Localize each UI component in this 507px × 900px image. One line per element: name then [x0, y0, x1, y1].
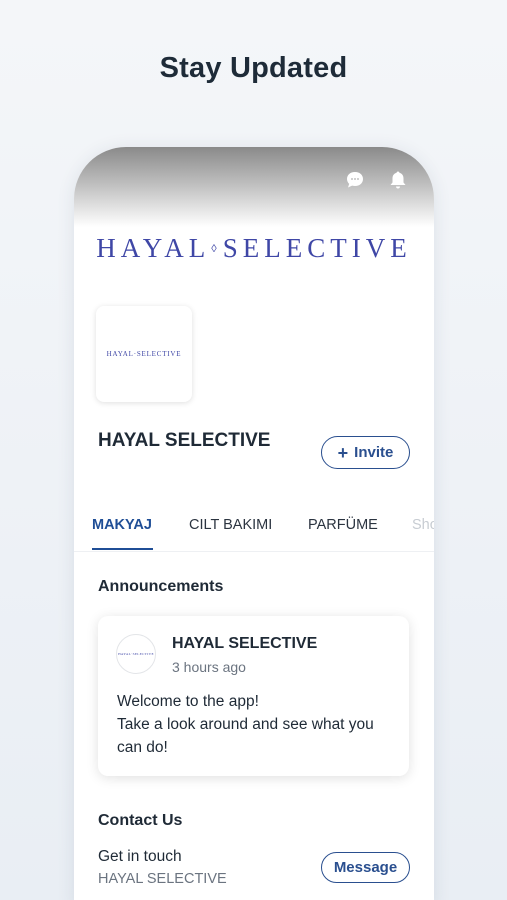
- tab-makyaj[interactable]: MAKYAJ: [92, 517, 152, 533]
- announcement-author: HAYAL SELECTIVE: [172, 635, 318, 652]
- announcement-body-line2: Take a look around and see what you can …: [117, 716, 374, 756]
- announcement-body: Welcome to the app! Take a look around a…: [117, 690, 397, 759]
- tab-active-indicator: [92, 548, 153, 550]
- category-tabs: MAKYAJ CILT BAKIMI PARFÜME Sho: [74, 507, 434, 552]
- cover-logo-right: SELECTIVE: [222, 233, 412, 263]
- site-name: HAYAL SELECTIVE: [98, 430, 271, 451]
- contact-line2: HAYAL SELECTIVE: [98, 871, 227, 887]
- announcement-body-line1: Welcome to the app!: [117, 693, 259, 710]
- cover-logo-left: HAYAL: [96, 233, 211, 263]
- site-avatar: HAYAL·SELECTIVE: [96, 306, 192, 402]
- invite-button[interactable]: + Invite: [321, 436, 410, 469]
- plus-icon: +: [337, 442, 349, 463]
- tab-parfume[interactable]: PARFÜME: [308, 517, 378, 533]
- message-button[interactable]: Message: [321, 852, 410, 883]
- invite-button-label: Invite: [354, 444, 394, 461]
- cover-logo-separator: ◊: [211, 242, 222, 255]
- tab-shop-partial[interactable]: Sho: [412, 517, 434, 533]
- announcement-avatar-text: HAYAL·SELECTIVE: [118, 652, 154, 656]
- site-avatar-text: HAYAL·SELECTIVE: [106, 350, 182, 358]
- announcement-avatar: HAYAL·SELECTIVE: [116, 634, 156, 674]
- phone-frame: HAYAL◊SELECTIVE HAYAL·SELECTIVE HAYAL SE…: [74, 147, 434, 900]
- announcement-card[interactable]: HAYAL·SELECTIVE HAYAL SELECTIVE 3 hours …: [98, 616, 409, 776]
- contact-title: Contact Us: [98, 812, 183, 829]
- bell-icon[interactable]: [387, 169, 409, 191]
- phone-header-gradient: [74, 147, 434, 227]
- chat-bubble-icon[interactable]: [344, 169, 366, 191]
- announcements-title: Announcements: [98, 578, 224, 595]
- cover-logo: HAYAL◊SELECTIVE: [74, 233, 434, 264]
- announcement-time: 3 hours ago: [172, 659, 246, 675]
- contact-line1: Get in touch: [98, 848, 182, 865]
- tab-cilt-bakimi[interactable]: CILT BAKIMI: [189, 517, 272, 533]
- page-headline: Stay Updated: [159, 52, 348, 84]
